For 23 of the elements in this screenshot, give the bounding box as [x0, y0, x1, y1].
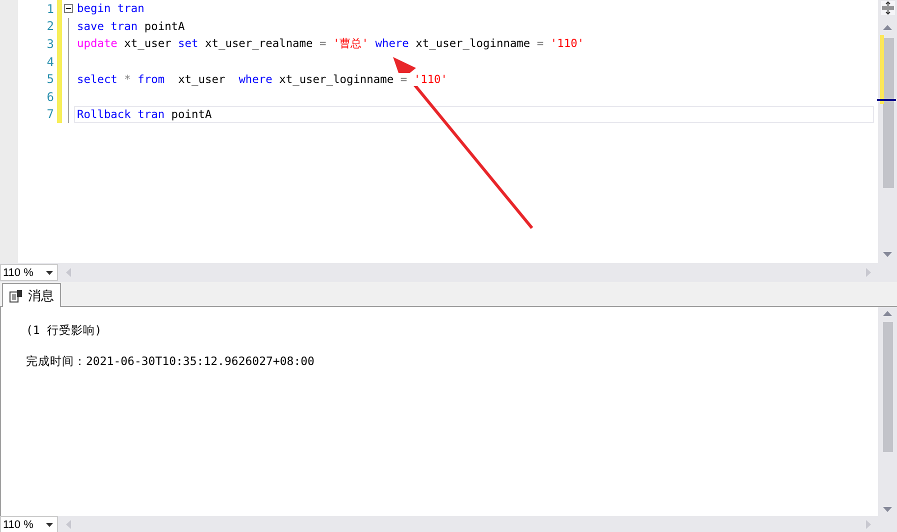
line-number: 2 — [46, 19, 54, 34]
line-number: 4 — [46, 54, 54, 69]
line-number: 3 — [46, 36, 54, 51]
messages-tab[interactable]: 消息 — [2, 283, 61, 307]
line-number: 5 — [46, 72, 54, 86]
line-number: 6 — [46, 90, 54, 104]
line-number: 7 — [46, 107, 54, 122]
scroll-down-icon[interactable] — [883, 507, 892, 512]
scroll-down-icon[interactable] — [883, 252, 892, 257]
vertical-scrollbar[interactable] — [878, 0, 897, 263]
message-text: 完成时间：2021-06-30T10:35:12.9626027+08:00 — [26, 354, 316, 369]
caret-icon — [46, 522, 53, 526]
message-text: (1 行受影响) — [26, 323, 103, 338]
zoom-dropdown[interactable]: 110 % — [0, 516, 58, 532]
split-icon[interactable] — [880, 1, 894, 15]
caret-icon — [46, 270, 53, 274]
document-icon — [9, 288, 23, 302]
scroll-up-icon[interactable] — [883, 311, 892, 316]
line-number: 1 — [46, 2, 54, 16]
vertical-scrollbar[interactable] — [878, 307, 897, 516]
zoom-dropdown[interactable]: 110 % — [0, 264, 58, 281]
scroll-up-icon[interactable] — [883, 25, 892, 30]
collapse-icon[interactable] — [64, 4, 72, 14]
